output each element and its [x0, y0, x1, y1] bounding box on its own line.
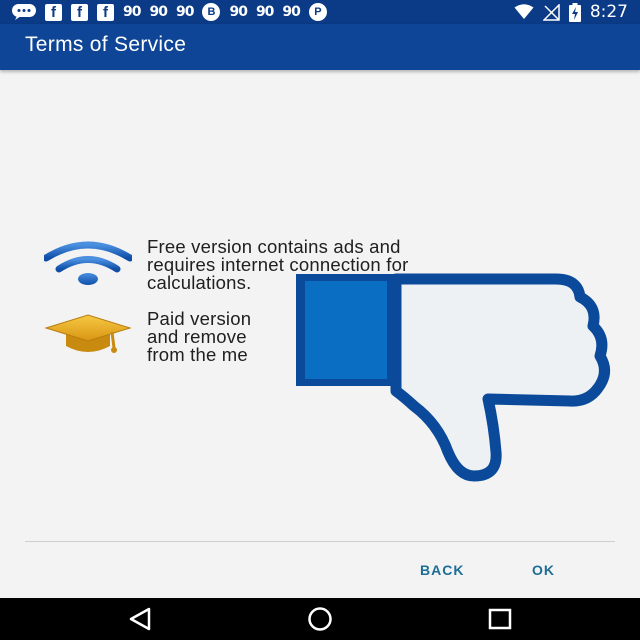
app-notification-icon: 90: [229, 4, 248, 20]
app-notification-icon: 90: [175, 4, 195, 20]
back-button[interactable]: BACK: [420, 562, 464, 578]
thumbs-down-icon: [288, 264, 618, 486]
graduation-cap-icon: [44, 310, 132, 362]
app-notification-icon: 90: [255, 4, 275, 20]
wifi-icon: [42, 238, 134, 290]
no-signal-icon: [542, 3, 560, 21]
nav-recents-icon[interactable]: [486, 606, 514, 632]
navigation-bar: [0, 598, 640, 640]
app-notification-icon: 90: [123, 4, 142, 20]
notification-icons: f f f 90 90 90 B 90 90 90 P: [12, 0, 327, 24]
b-app-icon: B: [202, 3, 221, 21]
pinterest-icon: P: [308, 3, 327, 21]
clock: 8:27: [589, 2, 628, 22]
app-bar: Terms of Service: [0, 24, 640, 70]
status-indicators: 8:27: [514, 0, 628, 24]
chat-bubble-icon: [12, 4, 36, 20]
dialog-divider: [25, 541, 615, 542]
app-notification-icon: 90: [282, 4, 301, 20]
app-notification-icon: 90: [149, 4, 168, 20]
facebook-icon: f: [71, 3, 88, 21]
wifi-signal-icon: [514, 4, 534, 20]
ok-button[interactable]: OK: [532, 562, 555, 578]
page-title: Terms of Service: [25, 33, 187, 56]
status-bar: f f f 90 90 90 B 90 90 90 P 8:27: [0, 0, 640, 24]
battery-charging-icon: [568, 2, 581, 22]
facebook-icon: f: [45, 3, 62, 21]
facebook-icon: f: [97, 3, 114, 21]
nav-back-icon[interactable]: [127, 606, 155, 632]
nav-home-icon[interactable]: [306, 606, 334, 632]
